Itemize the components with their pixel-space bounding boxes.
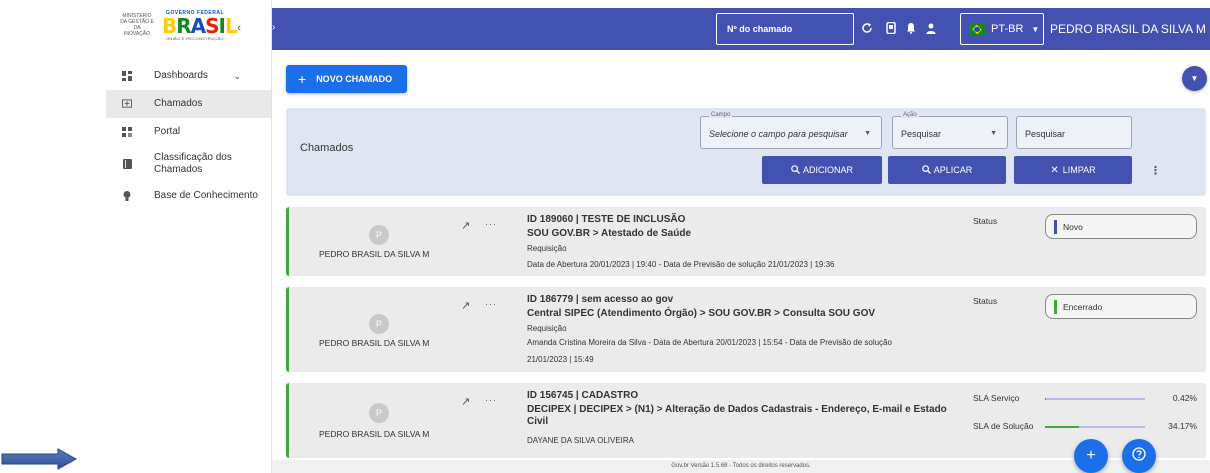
sla-solucao-value: 34.17% xyxy=(1168,421,1197,431)
ticket-number-input[interactable]: Nº do chamado xyxy=(716,13,854,45)
arrow-right-icon xyxy=(1,448,78,470)
avatar: P xyxy=(369,403,389,423)
ministerio-label: MINISTÉRIO DA GESTÃO E DA INOVAÇÃO xyxy=(120,13,154,37)
card-path: Central SIPEC (Atendimento Órgão) > SOU … xyxy=(527,308,876,319)
footer: Gov.br Versão 1.5.68 - Todos os direitos… xyxy=(272,460,1210,473)
more-horizontal-icon[interactable]: ··· xyxy=(485,219,497,229)
logo-area: MINISTÉRIO DA GESTÃO E DA INOVAÇÃO GOVER… xyxy=(106,0,271,50)
sidebar-item-label: Dashboards xyxy=(154,70,208,81)
card-title: ID 189060 | TESTE DE INCLUSÃO xyxy=(527,214,686,225)
add-filter-button[interactable]: ADICIONAR xyxy=(762,156,882,184)
sidebar-item-label: Portal xyxy=(154,126,181,137)
card-type: Requisição xyxy=(527,324,567,333)
ticket-card[interactable]: P PEDRO BRASIL DA SILVA M ↗ ··· ID 15674… xyxy=(286,383,1206,458)
language-label: PT-BR xyxy=(991,23,1024,35)
filter-panel: Chamados Campo Selecione o campo para pe… xyxy=(286,108,1206,196)
avatar: P xyxy=(369,314,389,334)
avatar: P xyxy=(369,225,389,245)
language-select[interactable]: PT-BR ▼ xyxy=(960,13,1044,45)
card-dates: Amanda Cristina Moreira da Silva - Data … xyxy=(527,338,892,347)
chevron-left-icon[interactable]: ‹ xyxy=(237,22,241,34)
apply-filter-button[interactable]: APLICAR xyxy=(888,156,1006,184)
caret-down-icon: ▼ xyxy=(1190,74,1199,83)
search-icon xyxy=(921,164,931,176)
status-badge: Novo xyxy=(1045,214,1197,239)
help-icon xyxy=(1132,446,1146,466)
sla-solucao-bar xyxy=(1045,426,1145,428)
chevron-down-icon: ⌄ xyxy=(233,70,241,81)
topbar: › Nº do chamado PT-BR ▼ PEDRO BRASIL DA … xyxy=(272,8,1210,50)
card-type: Requisição xyxy=(527,244,567,253)
card-dates-cont: 21/01/2023 | 15:49 xyxy=(527,355,594,364)
card-title: ID 156745 | CADASTRO xyxy=(527,390,639,401)
bell-icon[interactable] xyxy=(904,21,918,35)
help-fab-button[interactable] xyxy=(1122,439,1156,473)
chevron-right-icon[interactable]: › xyxy=(272,22,275,33)
sidebar-item-classificacao[interactable]: Classificação dos Chamados xyxy=(106,146,271,182)
sidebar-item-dashboards[interactable]: Dashboards ⌄ xyxy=(106,62,271,90)
status-label: Status xyxy=(973,216,998,226)
search-input[interactable]: Pesquisar xyxy=(1016,116,1132,149)
sidebar-item-label: Chamados xyxy=(154,98,203,109)
caret-down-icon: ▼ xyxy=(990,130,997,137)
card-user: PEDRO BRASIL DA SILVA M xyxy=(319,429,430,439)
book-icon xyxy=(122,159,132,169)
expand-menu-button[interactable]: ▼ xyxy=(1182,66,1207,91)
sla-solucao-label: SLA de Solução xyxy=(973,421,1034,431)
acao-select[interactable]: Ação Pesquisar ▼ xyxy=(892,112,1008,149)
more-horizontal-icon[interactable]: ··· xyxy=(485,299,497,309)
brasil-logo-word: BRASIL xyxy=(162,13,238,38)
more-options-icon[interactable]: ⋮ xyxy=(1150,164,1161,177)
status-badge: Encerrado xyxy=(1045,294,1197,319)
open-external-icon[interactable]: ↗ xyxy=(461,219,470,232)
card-assignee: DAYANE DA SILVA OLIVEIRA xyxy=(527,436,635,445)
card-user: PEDRO BRASIL DA SILVA M xyxy=(319,338,430,348)
card-dates: Data de Abertura 20/01/2023 | 19:40 - Da… xyxy=(527,260,835,269)
caret-down-icon: ▼ xyxy=(864,130,871,137)
card-user: PEDRO BRASIL DA SILVA M xyxy=(319,249,430,259)
filter-title: Chamados xyxy=(300,142,354,154)
open-external-icon[interactable]: ↗ xyxy=(461,395,470,408)
close-icon: ✕ xyxy=(1050,164,1059,176)
lightbulb-icon xyxy=(122,191,132,201)
campo-select[interactable]: Campo Selecione o campo para pesquisar ▼ xyxy=(700,112,882,149)
search-icon xyxy=(791,164,800,176)
ticket-icon xyxy=(122,99,132,109)
new-ticket-button[interactable]: + NOVO CHAMADO xyxy=(286,65,407,93)
sidebar: MINISTÉRIO DA GESTÃO E DA INOVAÇÃO GOVER… xyxy=(106,0,272,473)
gov-logo: GOVERNO FEDERAL BRASIL UNIÃO E RECONSTRU… xyxy=(162,10,238,41)
more-horizontal-icon[interactable]: ··· xyxy=(485,395,497,405)
dashboard-icon xyxy=(122,71,132,81)
sidebar-nav: Dashboards ⌄ Chamados Portal Classificaç… xyxy=(106,62,271,210)
clear-filter-button[interactable]: ✕ LIMPAR xyxy=(1014,156,1132,184)
phone-icon[interactable] xyxy=(884,21,898,35)
card-title: ID 186779 | sem acesso ao gov xyxy=(527,294,674,305)
sla-servico-bar xyxy=(1045,398,1145,400)
card-path: DECIPEX | DECIPEX > (N1) > Alteração de … xyxy=(527,404,947,427)
sidebar-item-base-conhecimento[interactable]: Base de Conhecimento xyxy=(106,182,271,210)
status-label: Status xyxy=(973,296,998,306)
portal-icon xyxy=(122,127,132,137)
add-fab-button[interactable]: + xyxy=(1074,439,1108,473)
refresh-icon[interactable] xyxy=(860,21,874,35)
plus-icon: + xyxy=(298,71,307,87)
sidebar-item-label: Base de Conhecimento xyxy=(154,190,258,201)
ticket-card[interactable]: P PEDRO BRASIL DA SILVA M ↗ ··· ID 18677… xyxy=(286,287,1206,372)
sidebar-item-portal[interactable]: Portal xyxy=(106,118,271,146)
brazil-flag-icon xyxy=(969,23,985,35)
sla-servico-value: 0.42% xyxy=(1172,393,1197,403)
sidebar-item-label: Classificação dos Chamados xyxy=(154,152,232,175)
plus-icon: + xyxy=(1086,447,1096,464)
user-icon[interactable] xyxy=(924,21,938,35)
uniao-label: UNIÃO E RECONSTRUÇÃO xyxy=(166,35,224,41)
open-external-icon[interactable]: ↗ xyxy=(461,299,470,312)
ticket-card[interactable]: P PEDRO BRASIL DA SILVA M ↗ ··· ID 18906… xyxy=(286,207,1206,276)
caret-down-icon: ▼ xyxy=(1031,24,1040,34)
user-name[interactable]: PEDRO BRASIL DA SILVA M xyxy=(1050,22,1206,36)
sla-servico-label: SLA Serviço xyxy=(973,393,1020,403)
card-path: SOU GOV.BR > Atestado de Saúde xyxy=(527,228,692,239)
sidebar-item-chamados[interactable]: Chamados xyxy=(106,90,271,118)
